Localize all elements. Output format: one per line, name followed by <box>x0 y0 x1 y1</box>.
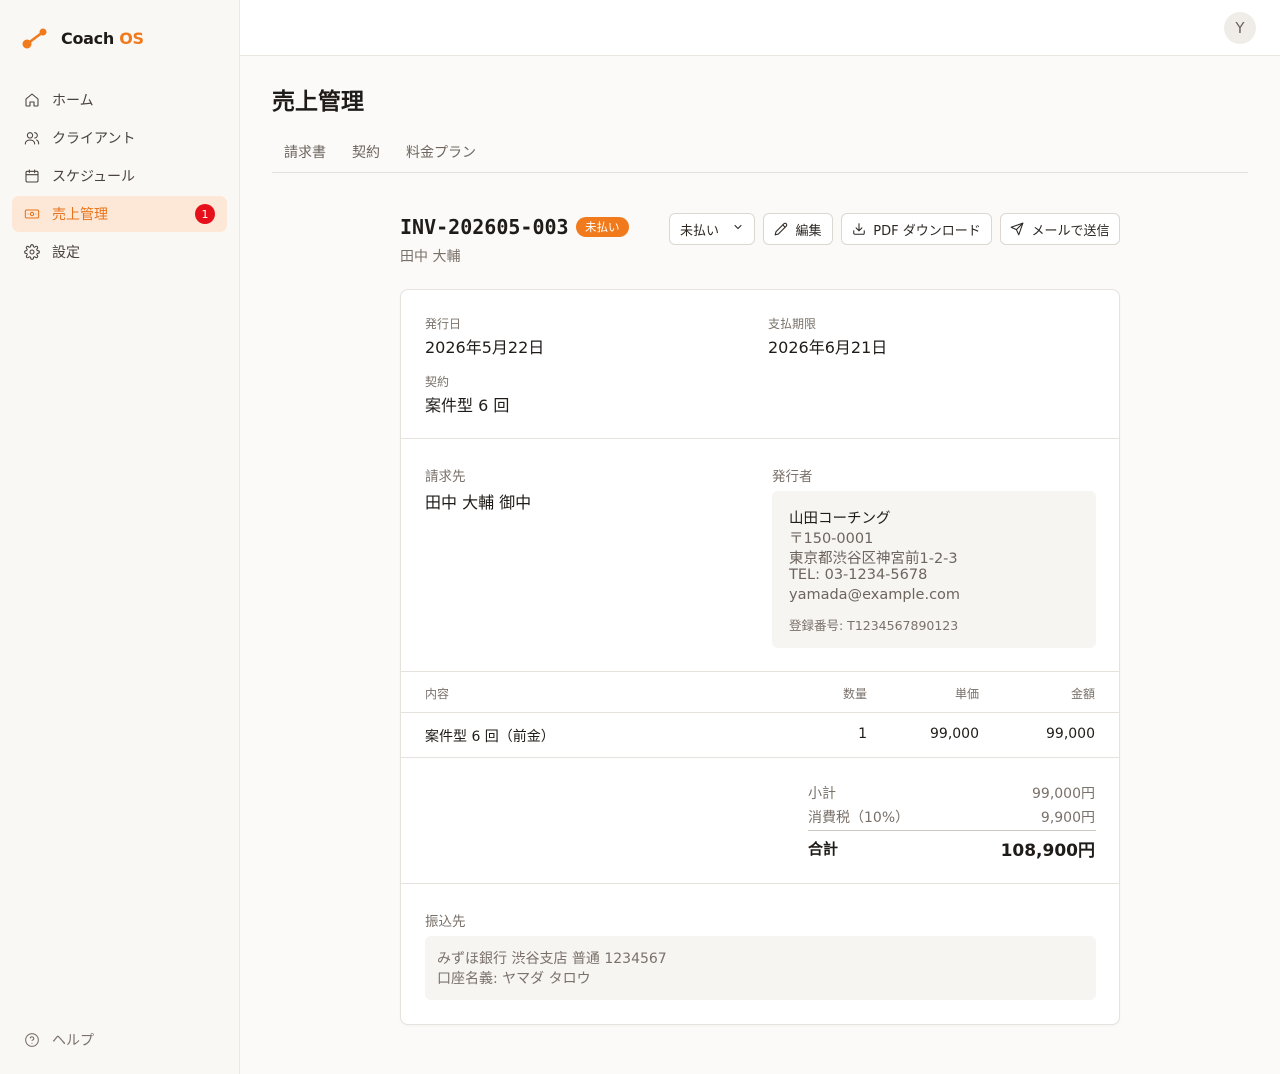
users-icon <box>24 130 40 146</box>
gear-icon <box>24 244 40 260</box>
issuer-postal: 〒150-0001 <box>789 531 874 547</box>
issuer-registration: 登録番号: T1234567890123 <box>789 618 959 633</box>
avatar[interactable]: Y <box>1224 12 1256 44</box>
issue-date: 2026年5月22日 <box>425 338 545 357</box>
line-item-qty: 1 <box>858 726 867 742</box>
sidebar-item-label: ホーム <box>52 93 94 109</box>
invoice-number: INV-202605-003 <box>400 215 569 239</box>
bill-to: 田中 大輔 御中 <box>425 493 532 512</box>
total-value: 108,900円 <box>1000 841 1095 861</box>
sidebar-item-home[interactable]: ホーム <box>12 82 227 118</box>
send-icon <box>1010 222 1024 236</box>
bank-details: みずほ銀行 渋谷支店 普通 1234567 口座名義: ヤマダ タロウ <box>425 936 1096 1000</box>
col-header-item: 内容 <box>425 687 450 701</box>
sidebar-item-schedule[interactable]: スケジュール <box>12 158 227 194</box>
due-date-label: 支払期限 <box>768 317 817 331</box>
contract-label: 契約 <box>425 375 450 389</box>
invoice-card: 発行日 2026年5月22日 支払期限 2026年6月21日 契約 案件型 6 … <box>400 289 1120 1025</box>
tax-value: 9,900円 <box>1040 810 1095 826</box>
col-header-unit-price: 単価 <box>954 687 979 701</box>
subtotal-value: 99,000円 <box>1032 786 1095 802</box>
sidebar-item-sales[interactable]: 売上管理 1 <box>12 196 227 232</box>
tab-pricing-plans[interactable]: 料金プラン <box>393 136 489 172</box>
edit-button-label: 編集 <box>795 223 822 239</box>
logo-text: Coach OS <box>61 28 144 48</box>
chevron-down-icon <box>732 221 744 237</box>
contract-name: 案件型 6 回 <box>425 396 510 415</box>
line-item-unit-price: 99,000 <box>930 726 979 742</box>
issuer-email: yamada@example.com <box>789 587 961 603</box>
home-icon <box>24 92 40 108</box>
line-item-amount: 99,000 <box>1046 726 1095 742</box>
divider <box>401 757 1119 758</box>
issuer-address: 東京都渋谷区神宮前1-2-3 <box>789 551 958 567</box>
notification-badge: 1 <box>195 204 215 224</box>
help-link[interactable]: ヘルプ <box>24 1030 94 1050</box>
status-badge: 未払い <box>576 217 629 237</box>
tax-label: 消費税（10%） <box>808 810 910 826</box>
calendar-icon <box>24 168 40 184</box>
line-item-description: 案件型 6 回（前金） <box>425 729 555 745</box>
tab-invoices[interactable]: 請求書 <box>272 136 339 172</box>
top-bar: Y <box>240 0 1280 56</box>
banknote-icon <box>24 206 40 222</box>
bank-label: 振込先 <box>425 914 466 930</box>
send-email-button[interactable]: メールで送信 <box>1000 213 1120 245</box>
divider <box>401 883 1119 884</box>
issue-date-label: 発行日 <box>425 317 462 331</box>
sidebar-item-clients[interactable]: クライアント <box>12 120 227 156</box>
total-label: 合計 <box>808 840 839 858</box>
sidebar-item-label: 設定 <box>52 245 80 261</box>
col-header-amount: 金額 <box>1070 687 1095 701</box>
subtotal-label: 小計 <box>808 786 836 802</box>
sidebar-nav: ホーム クライアント スケジュール 売上管理 1 設定 <box>12 82 227 272</box>
send-email-label: メールで送信 <box>1031 223 1110 239</box>
divider <box>401 712 1119 713</box>
pdf-download-button[interactable]: PDF ダウンロード <box>841 213 992 245</box>
issuer-label: 発行者 <box>772 469 813 485</box>
col-header-qty: 数量 <box>842 687 867 701</box>
sidebar-item-settings[interactable]: 設定 <box>12 234 227 270</box>
logo-icon <box>22 28 47 49</box>
divider <box>401 671 1119 672</box>
sidebar: Coach OS ホーム クライアント スケジュール 売上管理 1 設定 ヘルプ <box>0 0 240 1074</box>
pencil-icon <box>774 222 788 236</box>
pdf-download-label: PDF ダウンロード <box>873 223 981 239</box>
help-label: ヘルプ <box>52 1033 94 1049</box>
edit-button[interactable]: 編集 <box>763 213 833 245</box>
help-circle-icon <box>24 1032 40 1048</box>
sidebar-item-label: クライアント <box>52 131 136 147</box>
download-icon <box>852 222 866 236</box>
status-select-value: 未払い <box>680 223 720 239</box>
sidebar-item-label: 売上管理 <box>52 207 108 223</box>
issuer-name: 山田コーチング <box>789 511 891 527</box>
issuer-details: 山田コーチング 〒150-0001 東京都渋谷区神宮前1-2-3 TEL: 03… <box>772 491 1096 648</box>
summary-divider <box>808 830 1096 831</box>
app-logo[interactable]: Coach OS <box>22 27 144 49</box>
issuer-tel: TEL: 03-1234-5678 <box>789 567 928 583</box>
bank-account: みずほ銀行 渋谷支店 普通 1234567 <box>437 951 667 967</box>
invoice-client-name: 田中 大輔 <box>400 249 461 265</box>
status-select[interactable]: 未払い <box>669 213 755 245</box>
due-date: 2026年6月21日 <box>768 338 888 357</box>
page-title: 売上管理 <box>272 89 364 115</box>
tab-contracts[interactable]: 契約 <box>339 136 393 172</box>
tab-bar: 請求書 契約 料金プラン <box>272 136 1248 173</box>
sidebar-item-label: スケジュール <box>52 169 136 185</box>
bank-account-holder: 口座名義: ヤマダ タロウ <box>437 971 591 987</box>
divider <box>401 438 1119 439</box>
bill-to-label: 請求先 <box>425 469 466 485</box>
